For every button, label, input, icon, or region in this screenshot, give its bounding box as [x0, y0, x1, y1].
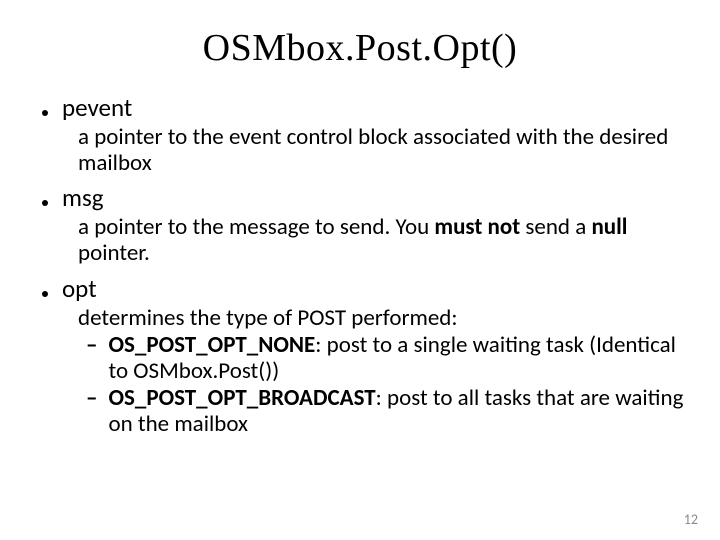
- dash-icon: –: [86, 385, 97, 411]
- param-name: msg: [62, 184, 104, 213]
- text: send a: [520, 213, 591, 241]
- param-desc: a pointer to the event control block ass…: [78, 125, 686, 177]
- param-pevent: pevent a pointer to the event control bl…: [42, 94, 686, 176]
- parameter-list: pevent a pointer to the event control bl…: [34, 94, 686, 437]
- bullet-icon: [42, 291, 48, 297]
- bullet-icon: [42, 200, 48, 206]
- opt-value-text: OS_POST_OPT_BROADCAST: post to all tasks…: [108, 385, 686, 438]
- param-name: opt: [62, 275, 97, 304]
- param-opt: opt determines the type of POST performe…: [42, 275, 686, 438]
- page-number: 12: [684, 511, 698, 528]
- opt-value-text: OS_POST_OPT_NONE: post to a single waiti…: [108, 332, 686, 385]
- slide-title: OSMbox.Post.Opt(): [34, 26, 686, 70]
- opt-const: OS_POST_OPT_BROADCAST: [108, 384, 375, 412]
- emphasis-null: null: [591, 213, 627, 241]
- opt-const: OS_POST_OPT_NONE: [108, 331, 315, 359]
- opt-values-list: – OS_POST_OPT_NONE: post to a single wai…: [78, 332, 686, 438]
- opt-value-none: – OS_POST_OPT_NONE: post to a single wai…: [86, 332, 686, 385]
- emphasis-must-not: must not: [434, 213, 520, 241]
- param-desc: determines the type of POST performed: –…: [78, 305, 686, 437]
- bullet-icon: [42, 110, 48, 116]
- slide: OSMbox.Post.Opt() pevent a pointer to th…: [0, 0, 720, 540]
- opt-intro: determines the type of POST performed:: [78, 305, 686, 331]
- opt-value-broadcast: – OS_POST_OPT_BROADCAST: post to all tas…: [86, 385, 686, 438]
- text: a pointer to the message to send. You: [78, 213, 434, 241]
- dash-icon: –: [86, 332, 97, 358]
- param-name: pevent: [62, 94, 132, 123]
- param-desc: a pointer to the message to send. You mu…: [78, 215, 686, 267]
- text: pointer.: [78, 239, 150, 267]
- param-msg: msg a pointer to the message to send. Yo…: [42, 184, 686, 266]
